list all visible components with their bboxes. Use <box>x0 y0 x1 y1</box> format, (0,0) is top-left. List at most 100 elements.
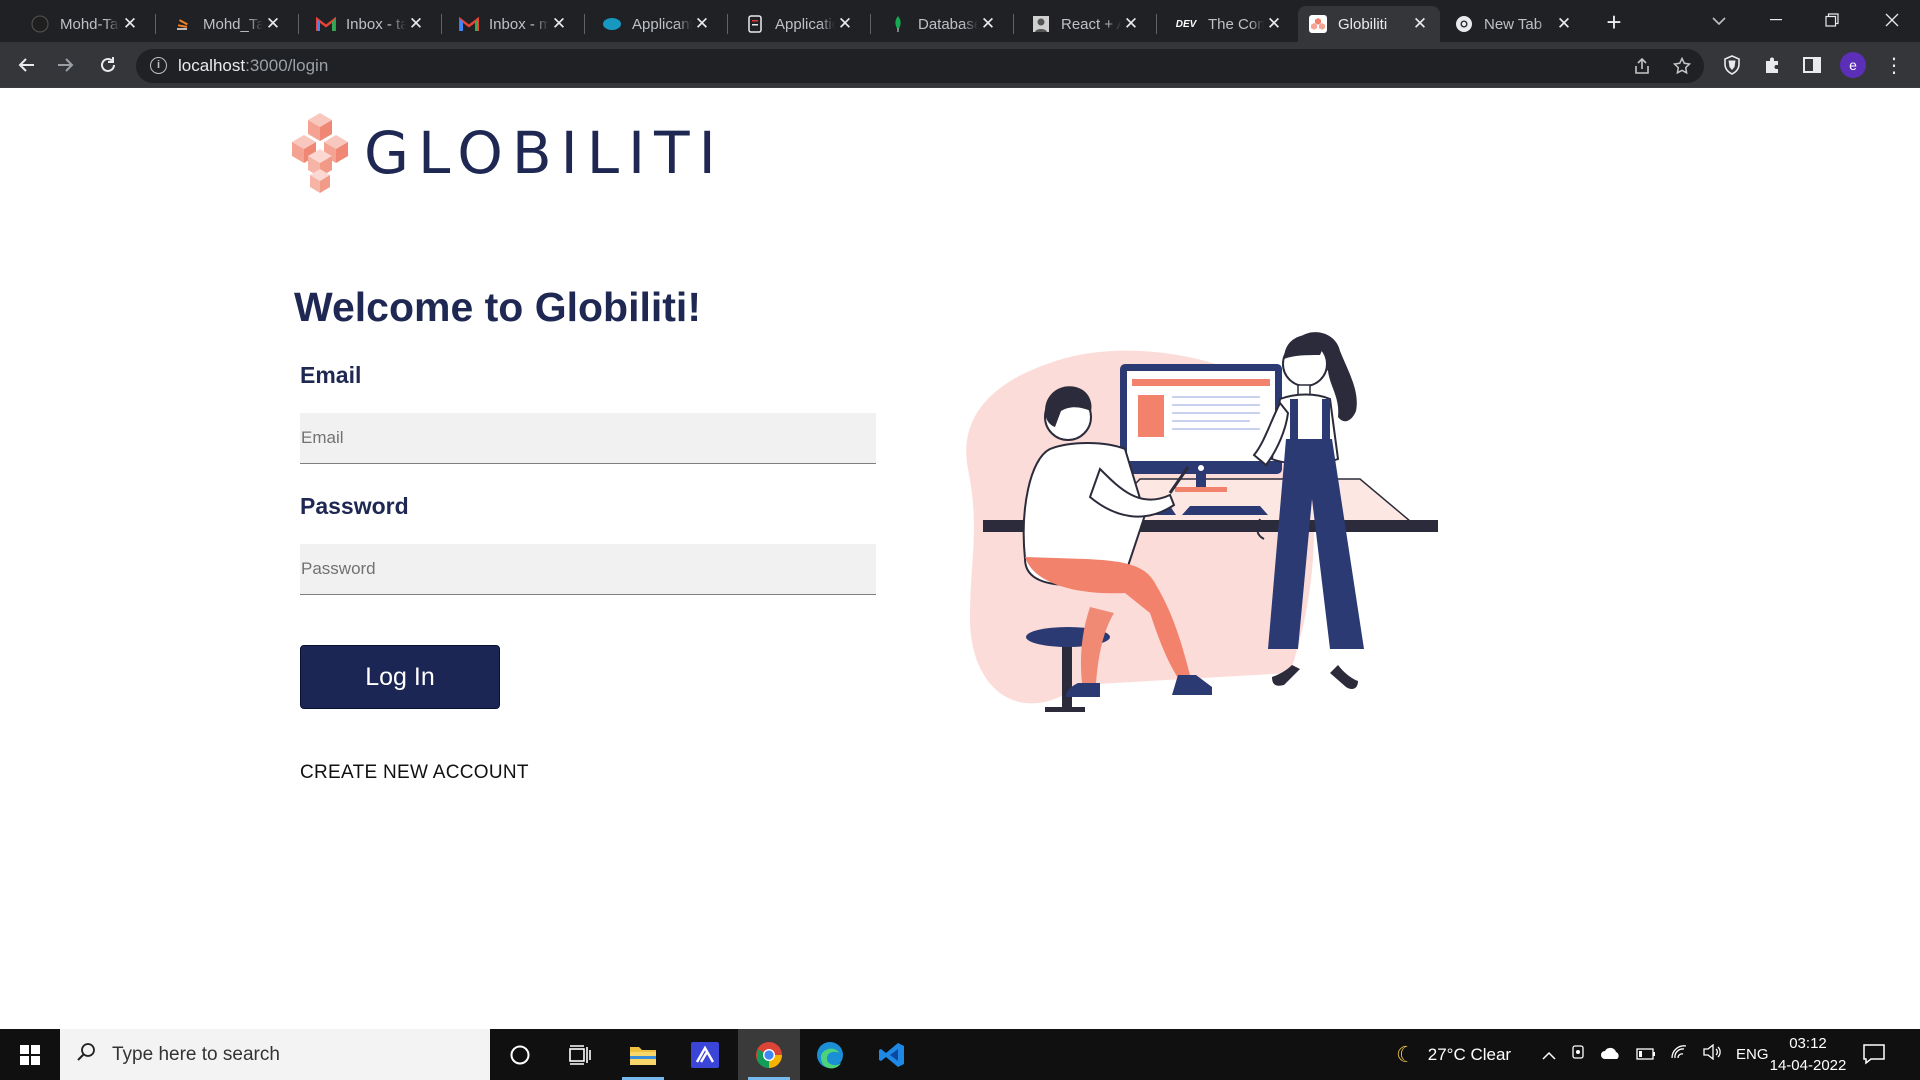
create-account-link[interactable]: CREATE NEW ACCOUNT <box>300 762 529 784</box>
github-icon <box>30 14 50 34</box>
weather-text: 27°C Clear <box>1427 1044 1512 1064</box>
cortana-button[interactable] <box>489 1029 551 1080</box>
document-icon <box>745 14 765 34</box>
tab-react-auth[interactable]: React + Auth ✕ <box>1021 6 1151 42</box>
tab-application[interactable]: Application ✕ <box>735 6 865 42</box>
extensions-puzzle-icon[interactable] <box>1760 53 1784 77</box>
screen-header <box>1132 379 1270 386</box>
side-panel-icon[interactable] <box>1800 53 1824 77</box>
address-bar[interactable]: i localhost:3000/login <box>136 49 1704 83</box>
clock-date: 14-04-2022 <box>1769 1057 1847 1074</box>
close-icon[interactable]: ✕ <box>406 14 426 34</box>
weather-widget[interactable]: ☾ 27°C Clear <box>1396 1029 1511 1080</box>
password-field[interactable] <box>300 544 876 595</box>
brave-shield-icon[interactable] <box>1720 53 1744 77</box>
tab-gmail-1[interactable]: Inbox - taqi ✕ <box>306 6 436 42</box>
tab-globiliti[interactable]: Globiliti ✕ <box>1298 6 1440 42</box>
tab-separator <box>298 14 299 34</box>
tab-separator <box>155 14 156 34</box>
close-icon[interactable]: ✕ <box>549 14 569 34</box>
taskbar-search[interactable]: Type here to search <box>60 1029 490 1080</box>
taskbar-clock[interactable]: 03:12 14-04-2022 <box>1760 1033 1856 1077</box>
close-window-button[interactable] <box>1864 0 1920 40</box>
dev-icon: DEV <box>1175 18 1197 30</box>
tab-title: Application <box>775 15 835 33</box>
url-host: localhost <box>178 56 246 75</box>
windows-start-button[interactable] <box>0 1029 60 1080</box>
globiliti-logo[interactable]: GLOBILITI <box>290 111 725 195</box>
tab-search-chevron-icon[interactable] <box>1706 8 1732 34</box>
profile-avatar[interactable]: e <box>1840 52 1866 78</box>
task-view-button[interactable] <box>549 1029 611 1080</box>
clock-time: 03:12 <box>1789 1035 1827 1052</box>
forward-button[interactable] <box>50 49 82 81</box>
new-tab-button[interactable]: + <box>1598 6 1630 38</box>
more-menu-icon[interactable]: ⋮ <box>1882 53 1906 77</box>
reload-button[interactable] <box>92 49 124 81</box>
url-path: :3000/login <box>245 56 329 75</box>
site-info-icon[interactable]: i <box>150 57 167 74</box>
stackoverflow-icon <box>173 14 193 34</box>
tab-dev-community[interactable]: DEV The Community ✕ <box>1164 6 1294 42</box>
moon-icon: ☾ <box>1396 1041 1416 1067</box>
close-icon[interactable]: ✕ <box>1554 14 1574 34</box>
minimize-window-button[interactable] <box>1748 0 1804 40</box>
gmail-icon <box>459 14 479 34</box>
onedrive-cloud-icon[interactable] <box>1600 1045 1622 1065</box>
tab-stackoverflow[interactable]: Mohd_Taqi ✕ <box>163 6 293 42</box>
brand-name: GLOBILITI <box>364 119 725 187</box>
globiliti-icon <box>1308 14 1328 34</box>
file-explorer-button[interactable] <box>612 1029 674 1080</box>
bookmark-star-icon[interactable] <box>1670 54 1694 78</box>
office-illustration <box>966 332 1438 712</box>
tab-title: Applicant <box>632 15 692 33</box>
page-title: Welcome to Globiliti! <box>294 284 701 330</box>
close-icon[interactable]: ✕ <box>692 14 712 34</box>
chevron-up-icon[interactable] <box>1542 1045 1556 1065</box>
login-button[interactable]: Log In <box>300 645 500 709</box>
email-field[interactable] <box>300 413 876 464</box>
volume-icon[interactable] <box>1702 1043 1722 1065</box>
restore-window-button[interactable] <box>1804 0 1860 40</box>
wifi-icon[interactable] <box>1670 1044 1688 1065</box>
close-icon[interactable]: ✕ <box>120 14 140 34</box>
vscode-taskbar-button[interactable] <box>861 1029 923 1080</box>
edge-taskbar-button[interactable] <box>799 1029 861 1080</box>
battery-icon[interactable] <box>1636 1045 1656 1065</box>
chrome-taskbar-button[interactable] <box>738 1029 800 1080</box>
tab-title: Globiliti <box>1338 15 1388 33</box>
tab-database[interactable]: Database ✕ <box>878 6 1008 42</box>
monitor-stand <box>1196 474 1206 488</box>
globiliti-cubes-icon <box>292 113 348 193</box>
search-placeholder: Type here to search <box>112 1043 280 1065</box>
close-icon[interactable]: ✕ <box>835 14 855 34</box>
login-page: GLOBILITI Welcome to Globiliti! Email Pa… <box>0 89 1920 1029</box>
back-button[interactable] <box>10 49 42 81</box>
url-text[interactable]: localhost:3000/login <box>178 56 328 76</box>
close-icon[interactable]: ✕ <box>1121 14 1141 34</box>
tab-title: React + Auth <box>1061 15 1121 33</box>
share-icon[interactable] <box>1630 54 1654 78</box>
tab-title: The Community <box>1208 15 1264 33</box>
tab-title: Database <box>918 15 978 33</box>
app-button-blue[interactable] <box>674 1029 736 1080</box>
tab-separator <box>870 14 871 34</box>
close-icon[interactable]: ✕ <box>263 14 283 34</box>
tab-salesforce[interactable]: Applicant ✕ <box>592 6 722 42</box>
notification-center-icon[interactable] <box>1862 1042 1886 1066</box>
close-icon[interactable]: ✕ <box>978 14 998 34</box>
tab-gmail-2[interactable]: Inbox - mohd ✕ <box>449 6 579 42</box>
tab-separator <box>1013 14 1014 34</box>
meet-now-icon[interactable] <box>1570 1044 1586 1065</box>
tab-new-tab[interactable]: New Tab ✕ <box>1444 6 1584 42</box>
windows-logo-icon <box>20 1044 40 1065</box>
tab-strip: Mohd-Taqi ✕ Mohd_Taqi ✕ Inbox - taqi ✕ I… <box>0 0 1920 42</box>
monitor-base <box>1175 487 1227 492</box>
tab-github[interactable]: Mohd-Taqi ✕ <box>20 6 150 42</box>
close-icon[interactable]: ✕ <box>1410 14 1430 34</box>
close-icon[interactable]: ✕ <box>1264 14 1284 34</box>
tab-separator <box>584 14 585 34</box>
salesforce-icon <box>602 14 622 34</box>
edge-icon <box>817 1041 843 1068</box>
email-label: Email <box>300 362 362 388</box>
